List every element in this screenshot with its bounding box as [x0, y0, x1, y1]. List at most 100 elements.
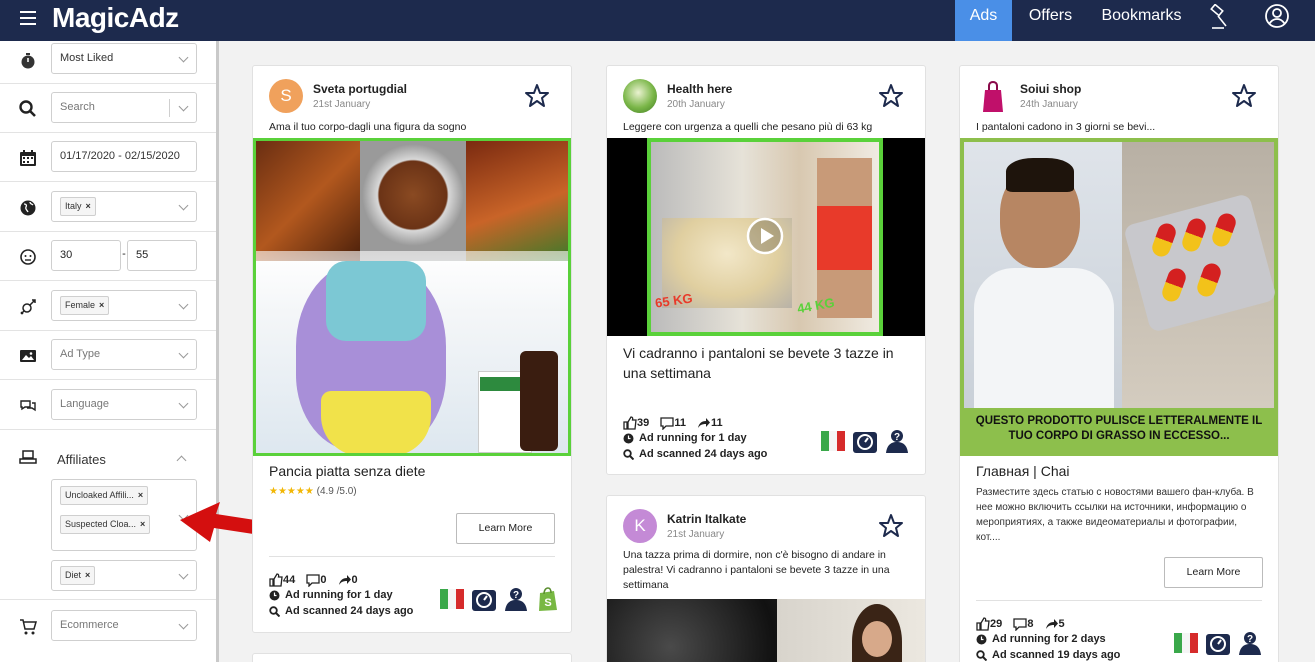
search-icon: [269, 605, 280, 617]
ad-caption: Leggere con urgenza a quelli che pesano …: [623, 121, 873, 133]
ad-headline: Главная | Chai: [976, 463, 1070, 479]
timer-badge-icon: [471, 586, 497, 612]
filter-gender-row: Female ×: [0, 281, 216, 331]
ad-scanned-info: Ad scanned 24 days ago: [269, 605, 413, 617]
nav-tab-offers[interactable]: Offers: [1012, 0, 1089, 41]
country-tag-label: Italy: [65, 201, 82, 211]
age-min-input[interactable]: 30: [51, 240, 121, 271]
ad-card[interactable]: Soiui shop 24th January I pantaloni cado…: [959, 65, 1279, 662]
ad-card[interactable]: S Sveta portugdial 21st January Ama il t…: [252, 65, 572, 633]
rating-stars: ★★★★★: [269, 486, 314, 497]
page-name[interactable]: Soiui shop: [1020, 82, 1081, 96]
filter-ecommerce-row: Ecommerce: [0, 600, 216, 650]
ad-caption: Ama il tuo corpo-dagli una figura da sog…: [269, 121, 467, 133]
ad-image-banner: QUESTO PRODOTTO PULISCE LETTERALMENTE IL…: [960, 408, 1278, 456]
app-logo[interactable]: MagicAdz: [52, 2, 179, 34]
remove-tag-icon[interactable]: ×: [140, 519, 145, 529]
learn-more-button[interactable]: Learn More: [1164, 557, 1263, 588]
language-select[interactable]: Language: [51, 389, 197, 420]
card-divider: [976, 600, 1262, 601]
ad-card[interactable]: K Katrin Italkate 21st January Una tazza…: [606, 495, 926, 662]
ad-type-select[interactable]: Ad Type: [51, 339, 197, 370]
gender-tag[interactable]: Female ×: [60, 296, 110, 315]
ad-scanned-text: Ad scanned 19 days ago: [992, 649, 1121, 661]
gender-icon: [20, 299, 36, 315]
play-icon[interactable]: [746, 217, 784, 255]
ad-creative-video[interactable]: 65 KG 44 KG: [607, 138, 925, 336]
engagement-stats: 44 0 0: [269, 573, 366, 590]
ad-card[interactable]: Health here 20th January Leggere con urg…: [606, 65, 926, 475]
page-name[interactable]: Sveta portugdial: [313, 82, 407, 96]
shopify-icon: S: [535, 586, 561, 612]
svg-text:?: ?: [513, 590, 519, 601]
ad-caption: I pantaloni cadono in 3 giorni se bevi..…: [976, 121, 1156, 133]
page-name[interactable]: Katrin Italkate: [667, 512, 746, 526]
nav-tab-bookmarks[interactable]: Bookmarks: [1089, 0, 1194, 41]
niche-select[interactable]: Diet ×: [51, 560, 197, 591]
filters-sidebar: Most Liked Search 01/17/2020 - 02/15/202…: [0, 41, 219, 662]
ad-scanned-text: Ad scanned 24 days ago: [639, 448, 768, 460]
image-icon: [20, 350, 36, 362]
card-divider: [269, 556, 555, 557]
filter-search-row: Search: [0, 84, 216, 133]
user-account-icon[interactable]: [1255, 0, 1299, 41]
sort-select[interactable]: Most Liked: [51, 43, 197, 74]
country-tag[interactable]: Italy ×: [60, 197, 96, 216]
auction-hammer-icon[interactable]: [1200, 0, 1240, 41]
shares-count: 5: [1058, 618, 1065, 630]
page-avatar[interactable]: [623, 79, 657, 113]
collapse-chevron-icon[interactable]: [176, 455, 187, 466]
ecommerce-select[interactable]: Ecommerce: [51, 610, 197, 641]
comments-count: 8: [1027, 618, 1034, 630]
date-range-input[interactable]: 01/17/2020 - 02/15/2020: [51, 141, 197, 172]
bookmark-star-icon[interactable]: [877, 512, 905, 540]
search-icon: [623, 448, 634, 460]
page-avatar[interactable]: K: [623, 509, 657, 543]
ad-caption: Una tazza prima di dormire, non c'è biso…: [623, 549, 890, 591]
ad-running-text: Ad running for 2 days: [992, 633, 1106, 645]
niche-tag[interactable]: Diet ×: [60, 566, 96, 585]
search-icon: [976, 649, 987, 661]
remove-tag-icon[interactable]: ×: [138, 490, 143, 500]
filter-age-row: 30 - 55: [0, 232, 216, 281]
bookmark-star-icon[interactable]: [877, 82, 905, 110]
affiliates-select[interactable]: Uncloaked Affili... × Suspected Cloa... ×: [51, 479, 197, 551]
country-select[interactable]: Italy ×: [51, 191, 197, 222]
ad-running-text: Ad running for 1 day: [639, 432, 747, 444]
page-name[interactable]: Health here: [667, 82, 732, 96]
share-icon: [698, 418, 711, 428]
search-input-placeholder: Search: [60, 101, 95, 113]
remove-tag-icon[interactable]: ×: [99, 300, 104, 310]
remove-tag-icon[interactable]: ×: [85, 570, 90, 580]
ad-scanned-info: Ad scanned 19 days ago: [976, 649, 1120, 661]
svg-text:?: ?: [894, 432, 900, 443]
search-input[interactable]: Search: [51, 92, 197, 123]
language-icon: [20, 400, 36, 412]
affiliate-tag-label: Uncloaked Affili...: [65, 490, 134, 500]
post-date: 24th January: [1020, 99, 1078, 110]
bookmark-star-icon[interactable]: [1230, 82, 1258, 110]
likes-count: 39: [637, 417, 650, 429]
hamburger-menu-icon[interactable]: [20, 11, 36, 25]
ad-creative-image[interactable]: [607, 599, 925, 662]
learn-more-button[interactable]: Learn More: [456, 513, 555, 544]
ad-creative-image[interactable]: [253, 138, 571, 456]
likes-count: 44: [283, 574, 296, 586]
remove-tag-icon[interactable]: ×: [86, 201, 91, 211]
nav-tab-ads[interactable]: Ads: [955, 0, 1012, 41]
comments-count: 11: [674, 417, 686, 429]
shopping-cart-icon: [20, 619, 37, 635]
age-max-input[interactable]: 55: [127, 240, 197, 271]
affiliate-tag-suspected[interactable]: Suspected Cloa... ×: [60, 515, 151, 534]
like-icon: [623, 416, 637, 430]
affiliate-tag-uncloaked[interactable]: Uncloaked Affili... ×: [60, 486, 149, 505]
gender-select[interactable]: Female ×: [51, 290, 197, 321]
ad-creative-image[interactable]: QUESTO PRODOTTO PULISCE LETTERALMENTE IL…: [960, 138, 1278, 456]
ad-card[interactable]: [252, 653, 572, 662]
cloaked-user-icon: ?: [503, 586, 529, 612]
page-avatar[interactable]: S: [269, 79, 303, 113]
ad-scanned-info: Ad scanned 24 days ago: [623, 448, 767, 460]
stopwatch-icon: [21, 53, 35, 69]
bookmark-star-icon[interactable]: [523, 82, 551, 110]
shopping-bag-avatar[interactable]: [980, 80, 1006, 114]
